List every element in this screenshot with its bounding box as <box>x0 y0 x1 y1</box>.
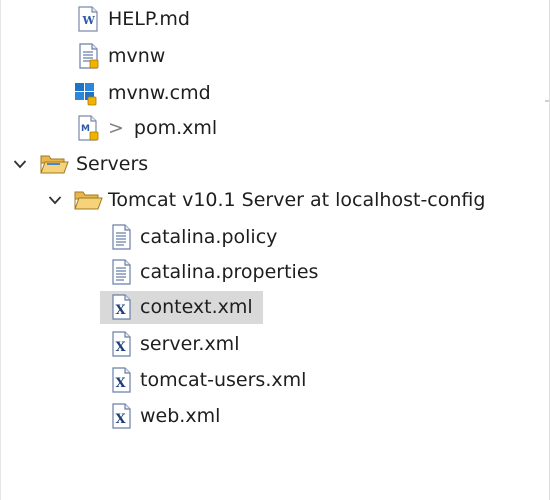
text-file-icon <box>79 43 99 69</box>
markdown-file-icon: W <box>78 6 98 32</box>
project-explorer-tree: W HELP.md mvnw mvnw.cmd M > pom.xml Serv… <box>0 0 550 500</box>
xml-file-icon: X <box>112 294 131 320</box>
cmd-file-icon <box>75 83 97 106</box>
tree-item-label: Tomcat v10.1 Server at localhost-config <box>108 189 486 211</box>
tree-item-label: Servers <box>76 153 149 175</box>
tree-item-label: mvnw.cmd <box>108 82 211 104</box>
tree-item-label: pom.xml <box>133 117 218 139</box>
expand-chevron-icon[interactable] <box>44 183 66 217</box>
tree-item-label-group: > pom.xml <box>108 111 217 145</box>
svg-text:M: M <box>81 124 90 134</box>
xml-file-icon: X <box>112 367 131 393</box>
svg-text:W: W <box>82 14 96 27</box>
tree-item-label: HELP.md <box>108 8 190 30</box>
folder-open-icon <box>74 191 103 210</box>
tree-item-label: context.xml <box>140 296 253 318</box>
tree-item-label: catalina.policy <box>140 226 278 248</box>
svg-text:X: X <box>116 412 127 427</box>
text-file-icon <box>112 224 131 250</box>
tree-item-label: catalina.properties <box>140 261 319 283</box>
tree-item-label: mvnw <box>108 45 166 67</box>
svg-text:X: X <box>116 376 127 391</box>
svg-text:X: X <box>116 340 127 355</box>
scrollbar-edge <box>545 100 549 102</box>
text-file-icon <box>112 259 131 285</box>
tree-item-label: web.xml <box>140 405 221 427</box>
xml-file-icon: X <box>112 403 131 429</box>
folder-open-icon <box>40 155 69 174</box>
xml-file-icon: X <box>112 331 131 357</box>
maven-pom-icon: M <box>78 115 99 141</box>
expand-chevron-icon[interactable] <box>9 147 31 181</box>
svg-text:X: X <box>116 303 127 318</box>
tree-item-label: tomcat-users.xml <box>140 369 307 391</box>
tree-item-label: server.xml <box>140 333 240 355</box>
outgoing-change-marker: > <box>108 117 124 139</box>
